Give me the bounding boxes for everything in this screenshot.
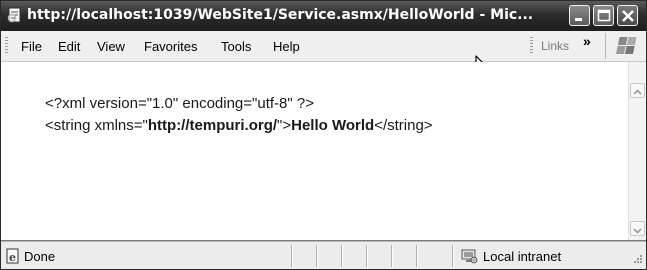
minimize-button[interactable]	[569, 5, 590, 26]
security-zone-label: Local intranet	[483, 249, 562, 264]
scroll-down-icon	[633, 228, 642, 234]
menu-view[interactable]: View	[97, 39, 125, 54]
document-view[interactable]: <?xml version="1.0" encoding="utf-8" ?> …	[1, 62, 628, 240]
xml-declaration: <?xml version="1.0" encoding="utf-8" ?>	[45, 95, 314, 112]
xml-open-tag-suffix: ">	[277, 117, 292, 134]
maximize-icon	[597, 9, 611, 22]
menu-tools[interactable]: Tools	[221, 39, 251, 54]
menu-help[interactable]: Help	[273, 39, 300, 54]
links-toolbar[interactable]: Links	[541, 39, 569, 53]
minimize-icon	[575, 18, 582, 21]
status-pane-divider	[316, 245, 317, 267]
menu-edit[interactable]: Edit	[58, 39, 80, 54]
status-pane-divider	[391, 245, 392, 267]
xml-open-tag-prefix: <string xmlns="	[45, 117, 148, 134]
browser-window: http://localhost:1039/WebSite1/Service.a…	[0, 0, 647, 270]
status-pane-divider	[452, 245, 453, 267]
status-pane-divider	[341, 245, 342, 267]
status-pane-divider	[416, 245, 417, 267]
links-chevron[interactable]: »	[583, 33, 591, 49]
windows-flag-icon	[613, 35, 637, 57]
ie-page-icon	[7, 7, 23, 23]
resize-grip-icon[interactable]	[631, 254, 643, 266]
scroll-up-icon	[633, 89, 642, 95]
close-button[interactable]	[617, 5, 638, 26]
local-intranet-icon	[460, 247, 478, 265]
links-toolbar-grip[interactable]	[530, 37, 533, 55]
ie-done-icon: e	[5, 248, 21, 264]
svg-text:e: e	[9, 251, 16, 264]
title-bar[interactable]: http://localhost:1039/WebSite1/Service.a…	[1, 1, 646, 31]
scroll-down-button[interactable]	[630, 221, 645, 236]
xml-namespace: http://tempuri.org/	[147, 117, 278, 134]
xml-close-tag: </string>	[374, 117, 433, 134]
status-bar: e Done Local intranet	[1, 241, 646, 269]
vertical-scrollbar[interactable]	[628, 62, 646, 240]
menu-bar: File Edit View Favorites Tools Help Link…	[1, 31, 646, 62]
menu-favorites[interactable]: Favorites	[144, 39, 197, 54]
status-text: Done	[24, 249, 56, 264]
xml-string-element: <string xmlns="http://tempuri.org/">Hell…	[45, 117, 433, 134]
menu-file[interactable]: File	[21, 39, 42, 54]
menu-separator	[605, 33, 606, 59]
scroll-up-button[interactable]	[630, 83, 645, 98]
maximize-button[interactable]	[593, 5, 614, 26]
close-icon	[622, 10, 634, 22]
status-pane-divider	[291, 245, 292, 267]
status-pane-divider	[366, 245, 367, 267]
xml-value: Hello World	[291, 117, 375, 134]
toolbar-grip[interactable]	[5, 37, 8, 55]
window-title: http://localhost:1039/WebSite1/Service.a…	[27, 7, 534, 23]
